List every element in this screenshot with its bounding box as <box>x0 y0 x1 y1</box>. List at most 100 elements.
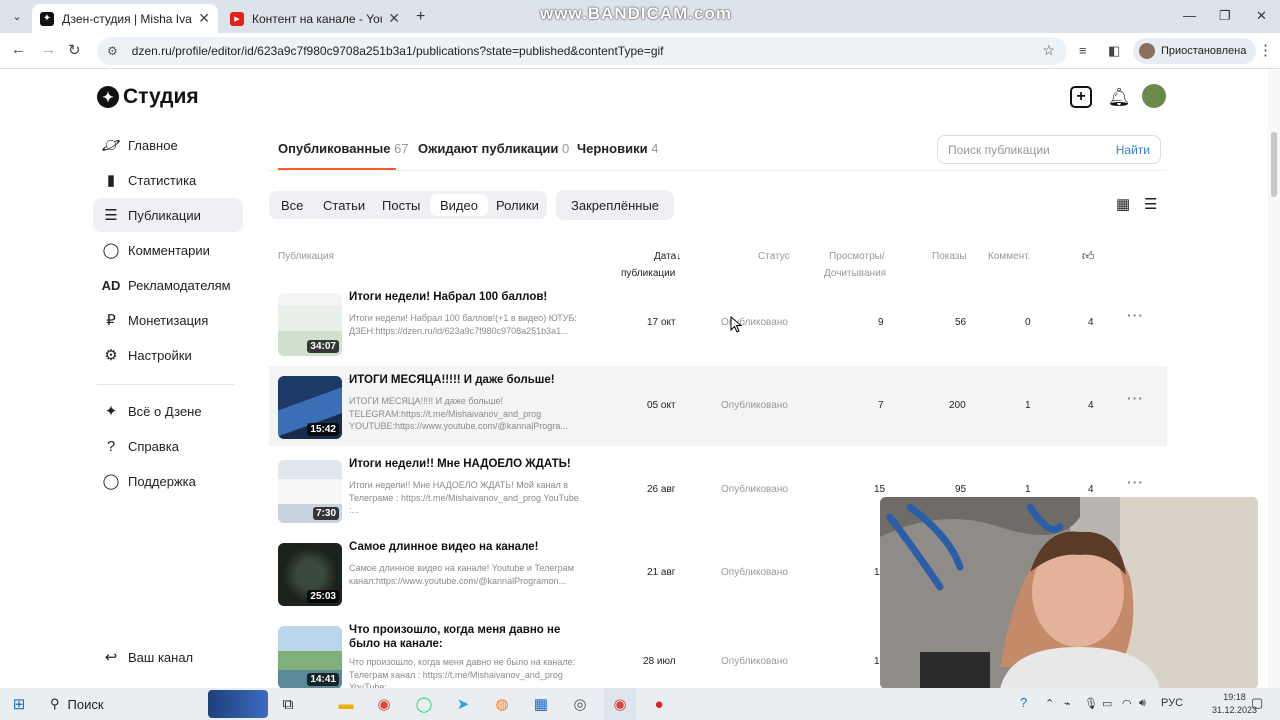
browser-tab-dzen[interactable]: ✦ Дзен-студия | Misha Ivanov | Д ✕ <box>32 4 218 33</box>
telegram-icon[interactable]: ➤ <box>452 688 474 720</box>
publication-description: Итоги недели! Набрал 100 баллов!(+1 в ви… <box>349 313 577 336</box>
bookmark-star-icon[interactable]: ☆ <box>1042 42 1055 59</box>
publication-title[interactable]: Что произошло, когда меня давно не было … <box>349 623 589 651</box>
firefox-icon[interactable]: ◍ <box>491 688 513 720</box>
microphone-icon[interactable]: 🎙︎ <box>1084 697 1098 710</box>
publication-title[interactable]: Итоги недели!! Мне НАДОЕЛО ЖДАТЬ! <box>349 457 599 471</box>
pinned-button[interactable]: Закреплённые <box>556 190 675 220</box>
user-avatar[interactable] <box>1142 84 1166 108</box>
video-thumbnail[interactable]: 7:30 <box>278 460 342 523</box>
restore-icon[interactable]: ❐ <box>1219 8 1231 24</box>
list-view-icon[interactable]: ☰ <box>1144 195 1157 213</box>
minimize-icon[interactable]: — <box>1183 8 1196 23</box>
more-options-icon[interactable]: ··· <box>1127 390 1144 406</box>
publication-title[interactable]: Итоги недели! Набрал 100 баллов! <box>349 290 599 304</box>
filter-all[interactable]: Все <box>271 191 313 219</box>
file-explorer-icon[interactable]: ▬ <box>335 688 357 720</box>
notifications-icon[interactable]: ▢ <box>1251 695 1263 711</box>
more-options-icon[interactable]: ··· <box>1127 307 1144 323</box>
sidebar-item-help[interactable]: ? Справка <box>93 429 243 463</box>
page-scrollbar[interactable] <box>1268 70 1280 688</box>
status-text: Опубликовано <box>721 567 788 578</box>
sidebar-item-stats[interactable]: ▮ Статистика <box>93 163 243 197</box>
help-icon[interactable]: ? <box>1020 695 1027 710</box>
sidebar-item-label: Рекламодателям <box>128 277 231 293</box>
tab-label: Ожидают публикации <box>418 141 559 156</box>
tab-count: 0 <box>561 141 570 156</box>
site-info-icon[interactable]: ⚙ <box>107 44 118 58</box>
chrome-active-icon[interactable]: ◉ <box>604 688 636 720</box>
more-options-icon[interactable]: ··· <box>1127 474 1144 490</box>
video-thumbnail[interactable]: 14:41 <box>278 626 342 688</box>
sidebar-item-label: Монетизация <box>128 312 209 328</box>
windows-start-icon[interactable]: ⊞ <box>8 688 30 720</box>
tab-search-chevron-icon[interactable]: ⌄ <box>6 6 28 26</box>
chrome-icon[interactable]: ◉ <box>373 688 395 720</box>
header-publication: Публикация <box>278 251 334 262</box>
add-publication-icon[interactable]: + <box>1070 86 1092 108</box>
wifi-icon[interactable]: ◠ <box>1122 697 1132 710</box>
usb-icon[interactable]: ⌁ <box>1064 697 1071 710</box>
table-row[interactable]: 15:42 ИТОГИ МЕСЯЦА!!!!! И даже больше! И… <box>269 366 1167 446</box>
profile-button[interactable]: Приостановлена <box>1133 38 1257 64</box>
scrollbar-thumb[interactable] <box>1271 132 1277 197</box>
app-icon[interactable]: ◎ <box>569 688 591 720</box>
back-icon[interactable]: ← <box>11 41 26 58</box>
input-language[interactable]: РУС <box>1161 697 1183 709</box>
search-input[interactable] <box>948 142 1108 157</box>
tab-drafts[interactable]: Черновики 4 <box>577 141 658 156</box>
browser-tab-youtube[interactable]: ▶ Контент на канале - YouTube S ✕ <box>222 4 408 33</box>
close-window-icon[interactable]: ✕ <box>1256 8 1267 24</box>
video-thumbnail[interactable]: 34:07 <box>278 293 342 356</box>
sidebar-item-about-dzen[interactable]: ✦ Всё о Дзене <box>93 394 243 428</box>
publication-date: 26 авг <box>647 484 676 495</box>
task-view-icon[interactable]: ⧉ <box>277 688 299 720</box>
header-date-line2: публикации <box>621 268 676 279</box>
whatsapp-icon[interactable]: ◯ <box>413 688 435 720</box>
ruble-icon: ₽ <box>106 312 116 329</box>
sidebar-item-home[interactable]: 🪐︎ Главное <box>93 128 243 162</box>
tab-published[interactable]: Опубликованные 67 <box>278 141 409 156</box>
reload-icon[interactable]: ↻ <box>68 41 81 59</box>
table-row[interactable]: 34:07 Итоги недели! Набрал 100 баллов! И… <box>269 283 1167 363</box>
publication-description: Самое длинное видео на канале! Youtube и… <box>349 563 574 586</box>
comment-icon: ◯ <box>102 242 120 259</box>
video-thumbnail[interactable]: 15:42 <box>278 376 342 439</box>
new-tab-icon[interactable]: + <box>416 8 425 26</box>
side-panel-icon[interactable]: ◧ <box>1108 43 1120 59</box>
close-tab-icon[interactable]: ✕ <box>198 10 210 27</box>
bell-icon[interactable]: 🔔︎ <box>1108 86 1131 108</box>
bandicam-record-icon[interactable]: ● <box>648 688 670 720</box>
browser-menu-icon[interactable]: ⋮ <box>1258 41 1273 59</box>
network-icon[interactable]: ▭ <box>1102 697 1112 710</box>
publication-title[interactable]: Самое длинное видео на канале! <box>349 540 599 554</box>
publication-title[interactable]: ИТОГИ МЕСЯЦА!!!!! И даже больше! <box>349 373 599 387</box>
video-thumbnail[interactable]: 25:03 <box>278 543 342 606</box>
filter-shorts[interactable]: Ролики <box>486 191 549 219</box>
forward-icon[interactable]: → <box>41 41 56 58</box>
filter-posts[interactable]: Посты <box>372 191 430 219</box>
volume-icon[interactable]: 🔊︎ <box>1139 697 1146 710</box>
sidebar-item-your-channel[interactable]: ↩ Ваш канал <box>93 640 243 674</box>
header-date[interactable]: Дата↓ <box>654 251 681 262</box>
filter-articles[interactable]: Статьи <box>313 191 375 219</box>
show-hidden-icons-icon[interactable]: ⌃ <box>1045 697 1054 710</box>
sidebar-item-publications[interactable]: ☰ Публикации <box>93 198 243 232</box>
windows-taskbar: ⊞ ⚲ Поиск ⧉ ▬ ◉ ◯ ➤ ◍ ▦ ◎ ◉ ● ? ⌃ ⌁ 🎙︎ ▭… <box>0 688 1280 720</box>
sidebar-item-advertisers[interactable]: AD Рекламодателям <box>93 268 243 302</box>
playlist-icon[interactable]: ≡ <box>1079 43 1087 58</box>
tab-scheduled[interactable]: Ожидают публикации 0 <box>418 141 569 156</box>
sidebar-item-comments[interactable]: ◯ Комментарии <box>93 233 243 267</box>
close-tab-icon[interactable]: ✕ <box>388 10 400 27</box>
search-button[interactable]: Найти <box>1116 143 1150 157</box>
url-text[interactable]: dzen.ru/profile/editor/id/623a9c7f980c97… <box>132 44 664 58</box>
sidebar-item-support[interactable]: ◯ Поддержка <box>93 464 243 498</box>
logo-text: Студия <box>123 85 199 108</box>
address-bar[interactable]: ⚙ dzen.ru/profile/editor/id/623a9c7f980c… <box>97 37 1067 65</box>
filter-video[interactable]: Видео <box>430 194 488 216</box>
studio-logo[interactable]: ✦ Студия <box>97 85 199 109</box>
sidebar-item-settings[interactable]: ⚙ Настройки <box>93 338 243 372</box>
calculator-icon[interactable]: ▦ <box>530 688 552 720</box>
grid-view-icon[interactable]: ▦ <box>1116 195 1130 213</box>
sidebar-item-monetization[interactable]: ₽ Монетизация <box>93 303 243 337</box>
